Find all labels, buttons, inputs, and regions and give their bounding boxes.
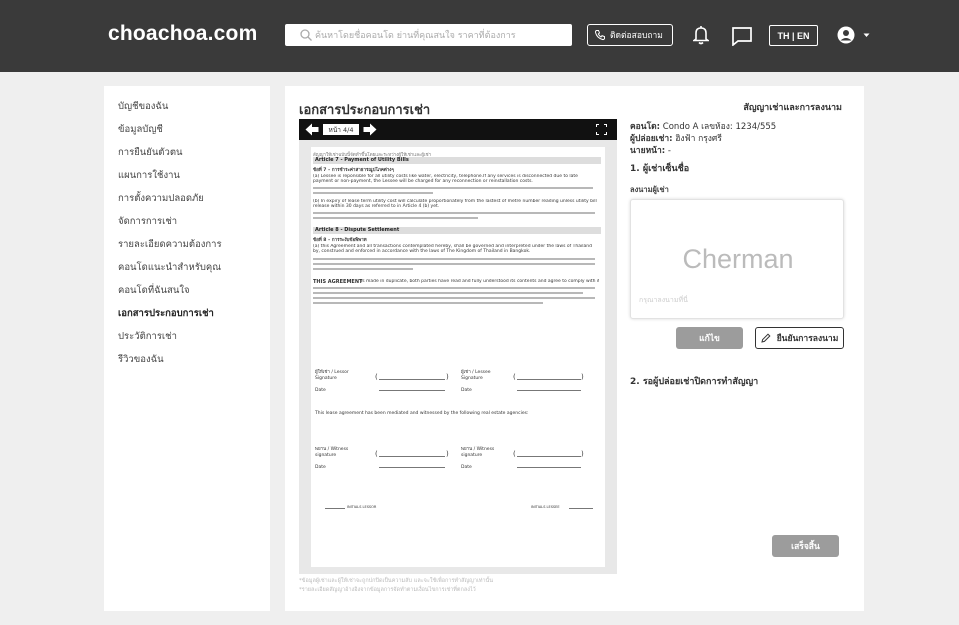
doc-line [313,287,595,289]
initials-lessor: INITIALS LESSOR [347,505,377,509]
bracket: ) [446,373,449,381]
contact-button[interactable]: ติดต่อสอบถาม [587,24,673,46]
signature-line [517,467,581,468]
agent-info: นายหน้า: - [630,146,671,156]
article7-heading: Article 7 - Payment of Utility Bills [313,157,601,164]
step-2-heading: 2. รอผู้ปล่อยเช่าปิดการทำสัญญา [630,377,759,387]
document-viewer[interactable]: หน้า 4/4 สัญญาให้เช่าฉบับนี้จัดทำขึ้นโดย… [299,119,617,574]
doc-line [313,187,593,189]
document-page: สัญญาให้เช่าฉบับนี้จัดทำขึ้นโดยและระหว่า… [311,147,605,567]
bracket: ) [581,373,584,381]
signature-line [517,390,581,391]
bracket: ) [446,450,449,458]
article7-a: (a) Lessee is reponsible for all utility… [313,174,578,184]
doc-line [313,258,595,260]
signature-line [517,379,581,380]
search-icon [300,29,312,41]
doc-line [313,192,433,194]
doc-line [313,263,595,265]
fullscreen-icon[interactable] [596,124,607,135]
doc-line [313,212,595,214]
pencil-icon [761,333,771,343]
initials-lessee: INITIALS LESSEE [531,505,560,509]
article8-thai-heading: ข้อที่ 8 – การระงับข้อพิพาท [313,238,367,243]
article7-b: (b) In expiry of lease term utility cost… [313,199,597,209]
phone-icon [594,30,605,41]
signature-label: ลงนามผู้เช่า [630,185,669,194]
lessor-signature-label: ผู้ให้เช่า / Lessor Signature [315,370,349,381]
doc-line [313,292,583,294]
agreement-text: is made in duplicate, both parties have … [361,279,599,284]
bracket: ) [581,450,584,458]
next-page-icon[interactable] [363,123,377,136]
witness-note: This lease agreement has been mediated a… [315,411,529,416]
footnote-2: *รายละเอียดสัญญาอ้างอิงจากข้อมูลการจัดทำ… [299,587,476,593]
sidebar-item-favorites[interactable]: คอนโดที่ฉันสนใจ [118,283,190,298]
signature-line [517,456,581,457]
date-label: Date [461,465,472,470]
bracket: ( [513,450,516,458]
date-label: Date [315,388,326,393]
bracket: ( [375,450,378,458]
top-header: choachoa.com ค้นหาโดยชื่อคอนโด ย่านที่คุ… [0,0,959,72]
signature-line [379,467,445,468]
bracket: ( [375,373,378,381]
agreement-bold: THIS AGREEMENT [313,279,363,285]
initials-line [325,508,345,509]
sidebar-item-security[interactable]: การตั้งความปลอดภัย [118,191,204,206]
viewer-toolbar: หน้า 4/4 [299,119,617,140]
search-input[interactable]: ค้นหาโดยชื่อคอนโด ย่านที่คุณสนใจ ราคาที่… [285,24,572,46]
date-label: Date [315,465,326,470]
doc-line [313,297,595,299]
page-indicator: หน้า 4/4 [323,124,359,135]
signature-pad[interactable]: Cherman กรุณาลงนามที่นี่ [630,199,844,319]
finish-button[interactable]: เสร็จสิ้น [772,535,839,557]
sidebar-item-my-reviews[interactable]: รีวิวของฉัน [118,352,164,367]
lessee-signature-label: ผู้เช่า / Lessee Signature [461,370,491,381]
main-panel: เอกสารประกอบการเช่า สัญญาเช่าและการลงนาม… [285,86,864,611]
article8-heading: Article 8 - Dispute Settlement [313,227,601,234]
page-title: เอกสารประกอบการเช่า [299,103,431,118]
sidebar: บัญชีของฉัน ข้อมูลบัญชี การยืนยันตัวตน แ… [104,86,270,611]
signature-line [379,390,445,391]
witness-signature-label: พยาน / Witness signature [461,447,495,458]
signature-line [379,379,445,380]
sidebar-item-plan[interactable]: แผนการใช้งาน [118,168,180,183]
doc-line [313,217,478,219]
article8-a: (a) this Agreement and all transactions … [313,244,592,254]
witness-signature-label: พยาน / Witness signature [315,447,349,458]
signature-placeholder: กรุณาลงนามที่นี่ [639,296,688,304]
prev-page-icon[interactable] [305,123,319,136]
site-logo[interactable]: choachoa.com [108,22,257,46]
step-1-heading: 1. ผู้เช่าเซ็นชื่อ [630,164,690,174]
article7-thai-heading: ข้อที่ 7 – การชำระค่าสาธารณูปโภคต่างๆ [313,168,394,173]
sidebar-item-requirements[interactable]: รายละเอียดความต้องการ [118,237,222,252]
sidebar-item-rental-documents[interactable]: เอกสารประกอบการเช่า [118,306,214,321]
confirm-signature-label: ยืนยันการลงนาม [776,334,839,344]
signature-value: Cherman [682,244,794,274]
date-label: Date [461,388,472,393]
chevron-down-icon[interactable] [863,33,870,38]
bracket: ( [513,373,516,381]
sidebar-item-account-info[interactable]: ข้อมูลบัญชี [118,122,163,137]
initials-line [569,508,593,509]
sidebar-item-recommended[interactable]: คอนโดแนะนำสำหรับคุณ [118,260,221,275]
doc-line [313,302,543,304]
language-switch[interactable]: TH | EN [769,25,818,46]
doc-line [313,268,413,270]
contract-header: สัญญาเช่าและการลงนาม [743,103,842,113]
contact-label: ติดต่อสอบถาม [610,31,663,41]
chat-icon[interactable] [731,26,753,46]
search-placeholder: ค้นหาโดยชื่อคอนโด ย่านที่คุณสนใจ ราคาที่… [315,31,516,41]
footnote-1: *ข้อมูลผู้เช่าและผู้ให้เช่าจะถูกปกปิดเป็… [299,578,494,584]
sidebar-item-verification[interactable]: การยืนยันตัวตน [118,145,182,160]
sidebar-item-rental-history[interactable]: ประวัติการเช่า [118,329,177,344]
signature-line [379,456,445,457]
edit-button[interactable]: แก้ไข [676,327,743,349]
sidebar-item-manage-rental[interactable]: จัดการการเช่า [118,214,177,229]
user-avatar-icon[interactable] [837,25,859,45]
confirm-signature-button[interactable]: ยืนยันการลงนาม [755,327,844,349]
bell-icon[interactable] [693,25,709,45]
sidebar-item-my-account[interactable]: บัญชีของฉัน [118,99,168,114]
